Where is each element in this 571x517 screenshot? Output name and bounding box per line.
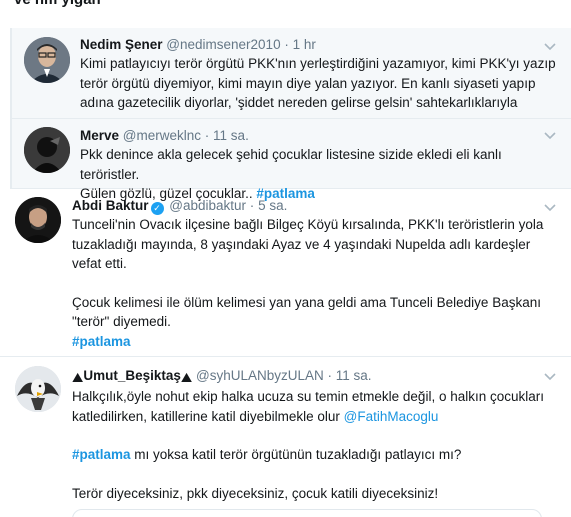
tweet-text: Tunceli'nin Ovacık ilçesine bağlı Bilgeç… [72, 215, 561, 351]
mountain-emoji-icon: ⛰ [180, 370, 193, 385]
timestamp[interactable]: 11 sa. [213, 128, 249, 143]
separator-dot: · [327, 368, 333, 383]
avatar-photo-icon [15, 366, 61, 412]
separator-dot: · [204, 128, 210, 143]
tweet-text-line: terör örgütü diyemiyor, kimi mayın diye … [80, 75, 536, 91]
tweet-merve[interactable]: Merve @merweklnc · 11 sa. Pkk denince ak… [10, 119, 571, 201]
avatar-photo-icon [24, 127, 70, 173]
avatar-photo-icon [15, 197, 61, 243]
hashtag-link[interactable]: #patlama [72, 334, 131, 349]
embedded-card[interactable] [72, 509, 542, 517]
tweet-text: Halkçılık,öyle nohut ekip halka ucuza su… [72, 387, 561, 503]
tweet-header: ⛰Umut_Beşiktaş⛰ @syhULANbyzULAN · 11 sa. [72, 367, 561, 387]
avatar[interactable] [15, 366, 61, 412]
tweet-abdi-baktur[interactable]: Abdi Baktur ✓ @abdibaktur · 5 sa. Tunceli… [0, 189, 571, 357]
display-name[interactable]: Abdi Baktur [72, 198, 149, 213]
tweet-header: Merve @merweklnc · 11 sa. [80, 127, 561, 145]
tweet-text-line: #patlama [72, 332, 561, 352]
hashtag-link[interactable]: #patlama [72, 447, 131, 462]
tweet-text: Kimi patlayıcıyı terör örgütü PKK'nın ye… [80, 54, 561, 113]
tweet-text-line: katledilirken, katillerine katil diyebil… [72, 407, 561, 427]
tweet-umut-besiktas[interactable]: ⛰Umut_Beşiktaş⛰ @syhULANbyzULAN · 11 sa.… [0, 357, 571, 517]
tweet-nedim-sener[interactable]: Nedim Şener @nedimsener2010 · 1 hr Kimi … [10, 28, 571, 119]
chevron-down-icon[interactable] [543, 39, 557, 53]
twitter-timeline: ve hm yiğan Nedim Şener @nedimsener2010 … [0, 0, 571, 517]
tweet-header: Nedim Şener @nedimsener2010 · 1 hr [80, 36, 561, 54]
separator-dot: · [284, 37, 289, 52]
tweet-text-line: Kimi patlayıcıyı terör örgütü PKK'nın ye… [80, 56, 556, 71]
chevron-down-icon[interactable] [543, 369, 557, 383]
tweet-text-line: "terör" diyemedi. [72, 314, 171, 329]
display-name[interactable]: Merve [80, 128, 119, 143]
avatar[interactable] [15, 197, 61, 243]
verified-badge-icon: ✓ [150, 202, 164, 215]
tweet-text-line: Pkk denince akla gelecek şehid çocuklar … [80, 147, 502, 182]
tweet-text-line: Halkçılık,öyle nohut ekip halka ucuza su… [72, 389, 544, 404]
tweet-text-line: Terör diyeceksiniz, pkk diyeceksiniz, ço… [72, 485, 439, 501]
display-name[interactable]: Umut_Beşiktaş [83, 368, 181, 383]
separator-dot: · [249, 198, 255, 213]
mention-link[interactable]: @FatihMacoglu [344, 409, 439, 424]
display-name[interactable]: Nedim Şener [80, 37, 163, 52]
avatar-photo-icon [24, 37, 70, 83]
tweet-header: Abdi Baktur ✓ @abdibaktur · 5 sa. [72, 197, 561, 215]
timestamp[interactable]: 11 sa. [336, 368, 372, 383]
avatar[interactable] [24, 127, 70, 173]
timestamp[interactable]: 1 hr [293, 37, 316, 52]
tweet-text-line: Tunceli'nin Ovacık ilçesine bağlı Bilgeç… [72, 217, 544, 232]
avatar[interactable] [24, 37, 70, 83]
chevron-down-icon[interactable] [543, 200, 557, 214]
tweet-text-span: mı yoksa katil terör örgütünün tuzakladı… [130, 447, 462, 462]
section-heading: ve hm yiğan [14, 0, 101, 8]
tweet-content: Abdi Baktur ✓ @abdibaktur · 5 sa. Tunceli… [72, 197, 561, 351]
tweet-text-line: #patlama mı yoksa katil terör örgütünün … [72, 445, 561, 465]
chevron-down-icon[interactable] [543, 128, 557, 142]
tweet-content: ⛰Umut_Beşiktaş⛰ @syhULANbyzULAN · 11 sa.… [72, 367, 561, 503]
tweet-text-line: vefat etti. [72, 256, 127, 271]
tweet-text-line: tuzakladığı mayında, 8 yaşındaki Ayaz ve… [72, 236, 531, 252]
timestamp[interactable]: 5 sa. [258, 198, 287, 213]
tweet-text-line: Çocuk kelimesi ile ölüm kelimesi yan yan… [72, 294, 541, 310]
user-handle[interactable]: @merweklnc [123, 128, 201, 143]
mountain-emoji-icon: ⛰ [72, 370, 84, 385]
user-handle[interactable]: @abdibaktur [169, 198, 246, 213]
tweet-text-span: katledilirken, katillerine katil diyebil… [72, 408, 344, 424]
user-handle[interactable]: @nedimsener2010 [166, 37, 280, 52]
tweet-text-line: adına gazetecilik diyorlar, 'şiddet nere… [80, 95, 518, 110]
user-handle[interactable]: @syhULANbyzULAN [196, 368, 324, 383]
tweet-content: Nedim Şener @nedimsener2010 · 1 hr Kimi … [80, 36, 561, 113]
